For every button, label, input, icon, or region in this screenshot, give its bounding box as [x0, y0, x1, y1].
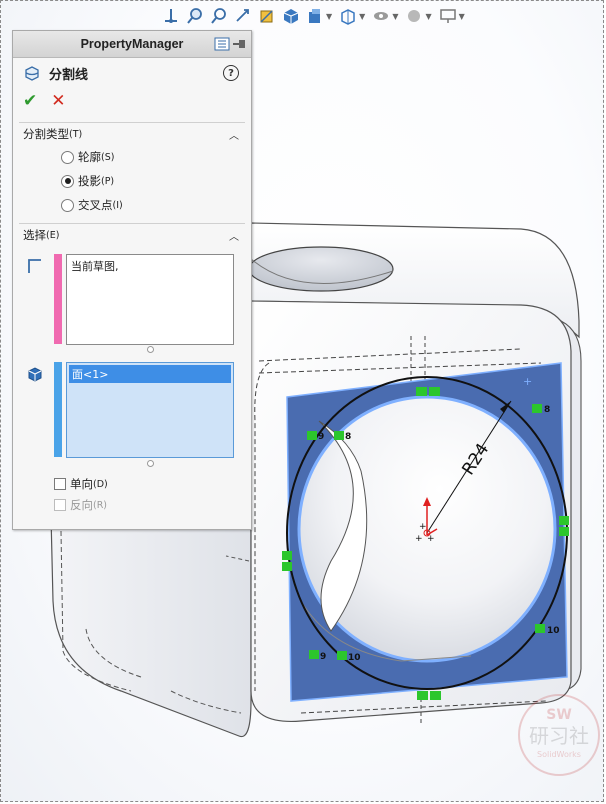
- sketch-selection-box[interactable]: 当前草图,: [66, 254, 234, 345]
- chevron-down-icon[interactable]: ▼: [425, 12, 431, 21]
- watermark-logo: SW 研习社 SolidWorks: [518, 694, 600, 776]
- radio-silhouette[interactable]: 轮廓 (S): [13, 145, 251, 169]
- cancel-button[interactable]: ✕: [51, 91, 65, 111]
- view-settings-icon[interactable]: [438, 6, 458, 26]
- confirm-row: ✔ ✕: [13, 88, 251, 114]
- property-manager-header: PropertyManager: [13, 31, 251, 58]
- view-orientation-cube-icon[interactable]: [281, 6, 301, 26]
- relation-label: 8: [544, 405, 550, 415]
- split-type-title: 分割类型: [23, 127, 69, 141]
- feature-title-row: 分割线 ?: [13, 58, 251, 88]
- sketch-to-project-icon: [28, 259, 41, 273]
- watermark-sub: SolidWorks: [537, 750, 581, 759]
- section-view-icon[interactable]: [257, 6, 277, 26]
- property-manager: PropertyManager 分割线 ? ✔ ✕ 分割类型 (T) ︿ 轮廓 (S…: [12, 30, 252, 530]
- display-style-icon[interactable]: [305, 6, 325, 26]
- resize-grip[interactable]: [147, 460, 154, 467]
- relation-label: 8: [345, 432, 351, 442]
- top-bore[interactable]: [248, 246, 394, 292]
- chevron-down-icon[interactable]: ▼: [392, 12, 398, 21]
- radio-projection[interactable]: 投影 (P): [13, 169, 251, 193]
- svg-text:+: +: [419, 522, 427, 532]
- zoom-area-icon[interactable]: [209, 6, 229, 26]
- split-type-group-header[interactable]: 分割类型 (T) ︿: [13, 123, 251, 145]
- view-orientation-icon[interactable]: [161, 6, 181, 26]
- face-selection-item[interactable]: 面<1>: [69, 365, 231, 383]
- resize-grip[interactable]: [147, 346, 154, 353]
- selection-group-header[interactable]: 选择 (E) ︿: [13, 224, 251, 246]
- relation-label: 10: [348, 653, 361, 663]
- collapse-chevron-icon[interactable]: ︿: [229, 127, 239, 142]
- radio-intersection[interactable]: 交叉点 (I): [13, 193, 251, 217]
- checkbox[interactable]: [54, 478, 66, 490]
- svg-text:+: +: [427, 534, 435, 544]
- screenshot-frame: R24 + + + + 8 9 8 10 9 10 ▼ ▼ ▼ ▼ ▼ Prop…: [0, 0, 604, 802]
- relation-label: 10: [547, 626, 560, 636]
- pin-icon[interactable]: [233, 38, 247, 50]
- chevron-down-icon[interactable]: ▼: [459, 12, 465, 21]
- edit-appearance-icon[interactable]: [371, 6, 391, 26]
- ok-button[interactable]: ✔: [23, 91, 37, 111]
- reverse-direction-checkbox: 反向 (R): [54, 497, 107, 513]
- relation-label: 9: [320, 652, 326, 662]
- face-selection-stripe: [54, 362, 62, 457]
- chevron-down-icon[interactable]: ▼: [359, 12, 365, 21]
- radio-button[interactable]: [61, 174, 74, 188]
- apply-scene-icon[interactable]: [404, 6, 424, 26]
- selection-title: 选择: [23, 228, 46, 242]
- radio-button[interactable]: [61, 198, 74, 212]
- watermark-text: 研习社: [529, 724, 589, 748]
- heads-up-toolbar: ▼ ▼ ▼ ▼ ▼: [161, 4, 467, 28]
- single-direction-checkbox[interactable]: 单向 (D): [54, 476, 108, 492]
- watermark-badge: SW: [546, 707, 572, 723]
- previous-view-icon[interactable]: [233, 6, 253, 26]
- face-selection-box[interactable]: 面<1>: [66, 362, 234, 458]
- help-button[interactable]: ?: [223, 65, 239, 81]
- relation-label: 9: [318, 432, 324, 442]
- collapse-chevron-icon[interactable]: ︿: [229, 228, 239, 243]
- radio-button[interactable]: [61, 150, 74, 164]
- split-line-feature-icon: [25, 66, 39, 81]
- sketch-selection-stripe: [54, 254, 62, 344]
- svg-text:+: +: [523, 375, 532, 388]
- left-face[interactable]: [50, 515, 252, 738]
- svg-text:+: +: [415, 534, 423, 544]
- detailed-preview-icon[interactable]: [214, 37, 230, 51]
- sketch-selection-item[interactable]: 当前草图,: [67, 255, 233, 277]
- hide-show-items-icon[interactable]: [338, 6, 358, 26]
- faces-to-split-icon: [28, 367, 42, 382]
- zoom-to-fit-icon[interactable]: [185, 6, 205, 26]
- feature-title: 分割线: [49, 67, 89, 83]
- chevron-down-icon[interactable]: ▼: [326, 12, 332, 21]
- checkbox: [54, 499, 66, 511]
